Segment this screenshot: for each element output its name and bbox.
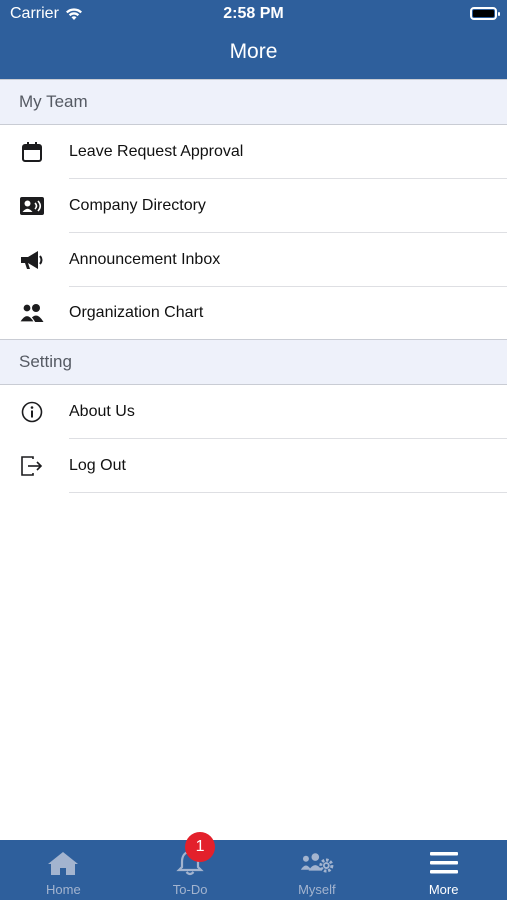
megaphone-icon (19, 247, 45, 273)
battery-icon (470, 7, 500, 20)
tab-label: More (428, 882, 459, 897)
status-time: 2:58 PM (223, 5, 284, 22)
tab-to-do[interactable]: 1 To-Do (127, 832, 254, 900)
tab-label: To-Do (172, 882, 208, 897)
section-header-setting: Setting (0, 339, 507, 385)
status-bar: Carrier 2:58 PM (0, 0, 507, 28)
notification-badge: 1 (185, 832, 216, 862)
people-icon (19, 300, 45, 326)
tab-myself[interactable]: Myself (254, 840, 381, 900)
tab-home[interactable]: Home (0, 840, 127, 900)
menu-item-organization-chart[interactable]: Organization Chart (0, 286, 507, 340)
menu-icon (427, 848, 461, 878)
menu-item-log-out[interactable]: Log Out (0, 439, 507, 493)
menu-item-label: Organization Chart (69, 304, 204, 321)
menu-item-label: Announcement Inbox (69, 251, 221, 268)
info-icon (19, 399, 45, 425)
logout-icon (19, 453, 45, 479)
tab-label: Home (46, 882, 81, 897)
home-icon (46, 848, 80, 878)
tab-more[interactable]: More (380, 840, 507, 900)
section-header-my-team: My Team (0, 79, 507, 125)
page-title: More (229, 40, 278, 63)
menu-item-about-us[interactable]: About Us (0, 385, 507, 439)
menu-item-label: Log Out (69, 457, 126, 474)
divider (69, 492, 507, 493)
calendar-icon (19, 139, 45, 165)
tab-bar: Home 1 To-Do Myself More (0, 832, 507, 900)
menu-item-label: Company Directory (69, 197, 206, 214)
contact-card-icon (19, 193, 45, 219)
menu-item-company-directory[interactable]: Company Directory (0, 179, 507, 233)
users-gear-icon (300, 848, 334, 878)
menu-item-announcement-inbox[interactable]: Announcement Inbox (0, 233, 507, 287)
tab-label: Myself (298, 882, 336, 897)
menu-item-label: About Us (69, 403, 135, 420)
menu-item-label: Leave Request Approval (69, 143, 244, 160)
menu-item-leave-request-approval[interactable]: Leave Request Approval (0, 125, 507, 179)
top-header: Carrier 2:58 PM More (0, 0, 507, 79)
